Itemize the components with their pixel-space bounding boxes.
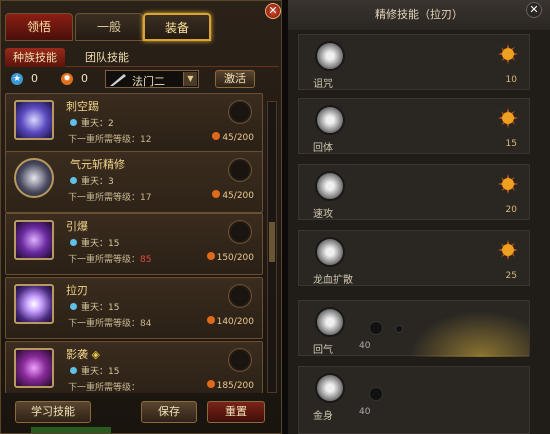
refine-item[interactable]: 回体 15 [298, 98, 530, 154]
shield-icon: ◈ [91, 348, 100, 361]
experience-bar [31, 427, 111, 433]
skill-level: 重天：15 [70, 300, 119, 313]
skill-row[interactable]: 拉刃 重天：15 下一重所需等级：84 140/200 [5, 277, 263, 339]
skill-requirement: 下一重所需等级：85 [68, 255, 152, 265]
main-tabs: 领悟 一般 装备 [5, 13, 235, 43]
skill-list: 刺空踢 重天：2 下一重所需等级：12 45/200 气元斩精修 重天：3 下一… [5, 93, 267, 393]
skill-name: 引爆 [66, 220, 88, 233]
sun-icon [498, 108, 518, 128]
skill-name: 刺空踢 [66, 100, 99, 113]
skill-requirement: 下一重所需等级： [68, 383, 141, 393]
resource-bar: ★ 0 ✹ 0 法门二 ▼ 激活 [5, 69, 279, 91]
skill-name: 拉刃 [66, 284, 88, 297]
sun-icon [498, 44, 518, 64]
skill-row[interactable]: 影袭 ◈ 重天：15 下一重所需等级： 185/200 [5, 341, 263, 393]
sun-icon [498, 240, 518, 260]
skill-requirement: 下一重所需等级：17 [68, 193, 152, 203]
refine-node-icon[interactable] [315, 237, 345, 267]
skill-cost: 150/200 [206, 252, 254, 263]
skill-panel: 领悟 一般 装备 ✕ 种族技能 团队技能 ★ 0 ✹ 0 法门二 ▼ 激活 刺空… [0, 0, 282, 434]
refine-node-icon[interactable] [315, 41, 345, 71]
kick-skill-icon [14, 100, 54, 140]
glow-effect [409, 311, 529, 357]
skill-name: 影袭 ◈ [66, 348, 100, 361]
sun-icon [498, 174, 518, 194]
class-select[interactable]: 法门二 ▼ [105, 70, 199, 88]
subtabs: 种族技能 团队技能 [5, 47, 279, 67]
skill-level: 重天：15 [70, 236, 119, 249]
skill-slot-ring[interactable] [228, 100, 252, 124]
skill-level: 重天：15 [70, 364, 119, 377]
refine-item[interactable]: 金身 40 [298, 366, 530, 434]
refine-node-icon[interactable] [315, 105, 345, 135]
skill-requirement: 下一重所需等级：12 [68, 135, 152, 145]
refine-name: 金身 [313, 411, 333, 422]
scrollbar[interactable] [267, 101, 277, 393]
tab-general[interactable]: 一般 [75, 13, 143, 41]
skill-level: 重天：3 [70, 174, 114, 187]
scroll-thumb[interactable] [269, 222, 275, 262]
class-select-value: 法门二 [132, 75, 165, 88]
chevron-down-icon[interactable]: ▼ [183, 72, 197, 86]
close-right-button[interactable]: ✕ [526, 2, 542, 18]
refine-name: 速攻 [313, 209, 333, 220]
qi-slash-skill-icon [14, 158, 54, 198]
refine-item[interactable]: 回气 40 [298, 300, 530, 357]
refine-value: 15 [505, 139, 517, 149]
close-left-button[interactable]: ✕ [265, 3, 281, 19]
skill-requirement: 下一重所需等级：84 [68, 319, 152, 329]
skill-row[interactable]: 引爆 重天：15 下一重所需等级：85 150/200 [5, 213, 263, 275]
refine-name: 回气 [313, 345, 333, 356]
star-icon: ★ [11, 73, 23, 85]
refine-value: 20 [505, 205, 517, 215]
refine-name: 诅咒 [313, 79, 333, 90]
subtab-team[interactable]: 团队技能 [77, 48, 137, 67]
save-button[interactable]: 保存 [141, 401, 197, 423]
tab-equipment[interactable]: 装备 [143, 13, 211, 41]
orb-icon: ✹ [61, 73, 73, 85]
skill-name: 气元斩精修 [70, 158, 125, 171]
refine-name: 龙血扩散 [313, 275, 353, 286]
refine-item[interactable]: 速攻 20 [298, 164, 530, 220]
tab-comprehension[interactable]: 领悟 [5, 13, 73, 41]
refine-panel: 精修技能（拉刃） ✕ 诅咒 10 回体 15 速攻 20 龙血扩散 25 回气 … [288, 0, 550, 434]
blue-resource-value: 0 [31, 72, 38, 85]
refine-node-icon[interactable] [315, 171, 345, 201]
refine-value: 10 [505, 75, 517, 85]
subtab-race[interactable]: 种族技能 [5, 48, 65, 67]
skill-row[interactable]: 刺空踢 重天：2 下一重所需等级：12 45/200 [5, 93, 263, 155]
skill-slot-ring[interactable] [228, 220, 252, 244]
skill-slot-ring[interactable] [228, 348, 252, 372]
learn-skill-button[interactable]: 学习技能 [15, 401, 91, 423]
skill-cost: 45/200 [212, 190, 254, 201]
refine-item[interactable]: 诅咒 10 [298, 34, 530, 90]
reset-button[interactable]: 重置 [207, 401, 265, 423]
skill-cost: 185/200 [206, 380, 254, 391]
blade-pull-skill-icon [14, 284, 54, 324]
orange-resource-value: 0 [81, 72, 88, 85]
refine-partial-value: 40 [359, 407, 371, 417]
skill-slot-ring[interactable] [228, 158, 252, 182]
refine-partial-value: 40 [359, 341, 371, 351]
skill-cost: 140/200 [206, 316, 254, 327]
refine-node-icon[interactable] [315, 373, 345, 403]
explode-skill-icon [14, 220, 54, 260]
skill-level: 重天：2 [70, 116, 114, 129]
refine-node-icon[interactable] [315, 307, 345, 337]
shadow-strike-skill-icon [14, 348, 54, 388]
refine-value: 25 [505, 271, 517, 281]
skill-slot-ring[interactable] [228, 284, 252, 308]
chain-node-icon [369, 387, 383, 401]
refine-item[interactable]: 龙血扩散 25 [298, 230, 530, 286]
blade-icon [110, 74, 126, 86]
chain-node-icon [395, 325, 403, 333]
skill-cost: 45/200 [212, 132, 254, 143]
activate-button[interactable]: 激活 [215, 70, 255, 88]
refine-name: 回体 [313, 143, 333, 154]
chain-node-icon [369, 321, 383, 335]
skill-row[interactable]: 气元斩精修 重天：3 下一重所需等级：17 45/200 [5, 151, 263, 213]
refine-title: 精修技能（拉刃） [288, 0, 550, 30]
